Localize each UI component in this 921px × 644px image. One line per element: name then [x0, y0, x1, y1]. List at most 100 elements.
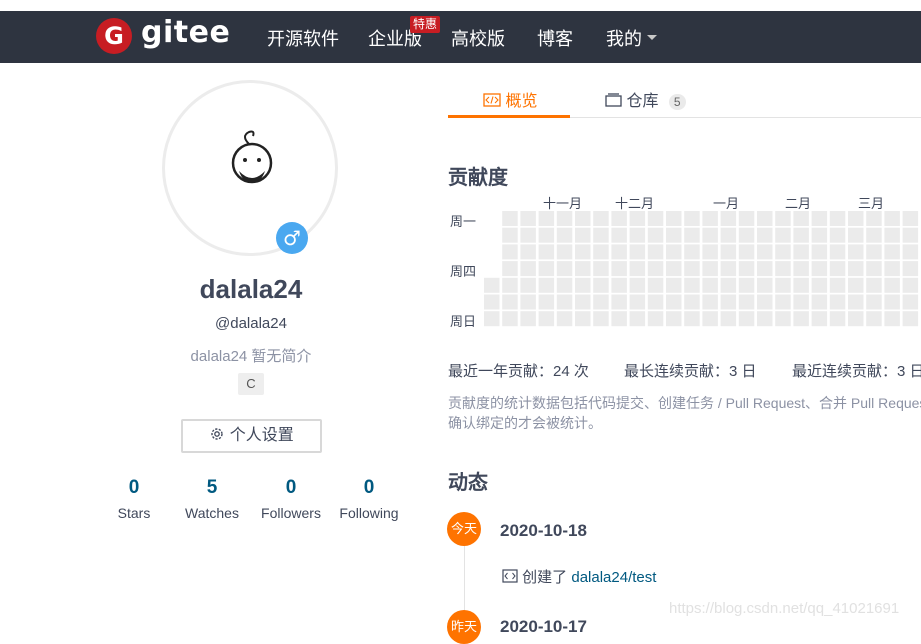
contribution-cell[interactable]: [666, 211, 682, 226]
contribution-cell[interactable]: [866, 211, 882, 226]
contribution-cell[interactable]: [520, 244, 536, 260]
contribution-cell[interactable]: [757, 261, 773, 277]
contribution-cell[interactable]: [484, 294, 500, 310]
contribution-cell[interactable]: [611, 261, 627, 277]
contribution-cell[interactable]: [884, 211, 900, 226]
contribution-cell[interactable]: [629, 244, 646, 260]
contribution-cell[interactable]: [684, 277, 700, 293]
contribution-cell[interactable]: [720, 311, 737, 327]
contribution-cell[interactable]: [575, 277, 591, 293]
contribution-cell[interactable]: [538, 227, 555, 243]
contribution-cell[interactable]: [720, 277, 737, 293]
contribution-cell[interactable]: [611, 294, 627, 310]
repo-link[interactable]: dalala24/test: [571, 569, 656, 586]
contribution-cell[interactable]: [556, 277, 573, 293]
contribution-cell[interactable]: [593, 277, 609, 293]
contribution-cell[interactable]: [647, 311, 664, 327]
contribution-cell[interactable]: [702, 261, 718, 277]
contribution-cell[interactable]: [902, 244, 919, 260]
contribution-cell[interactable]: [647, 294, 664, 310]
contribution-cell[interactable]: [902, 211, 919, 226]
contribution-cell[interactable]: [884, 294, 900, 310]
contribution-cell[interactable]: [611, 211, 627, 226]
contribution-cell[interactable]: [829, 261, 846, 277]
contribution-cell[interactable]: [502, 294, 518, 310]
contribution-cell[interactable]: [775, 311, 791, 327]
contribution-cell[interactable]: [738, 211, 755, 226]
contribution-cell[interactable]: [775, 227, 791, 243]
contribution-cell[interactable]: [629, 227, 646, 243]
contribution-cell[interactable]: [811, 244, 828, 260]
contribution-cell[interactable]: [593, 261, 609, 277]
contribution-cell[interactable]: [520, 227, 536, 243]
contribution-cell[interactable]: [720, 244, 737, 260]
contribution-cell[interactable]: [502, 261, 518, 277]
contribution-cell[interactable]: [575, 261, 591, 277]
contribution-cell[interactable]: [556, 244, 573, 260]
contribution-cell[interactable]: [884, 244, 900, 260]
contribution-cell[interactable]: [647, 244, 664, 260]
contribution-cell[interactable]: [793, 277, 809, 293]
contribution-cell[interactable]: [702, 227, 718, 243]
contribution-cell[interactable]: [793, 227, 809, 243]
contribution-cell[interactable]: [738, 277, 755, 293]
contribution-cell[interactable]: [520, 277, 536, 293]
contribution-cell[interactable]: [666, 227, 682, 243]
contribution-cell[interactable]: [593, 311, 609, 327]
contribution-cell[interactable]: [666, 294, 682, 310]
contribution-cell[interactable]: [611, 244, 627, 260]
contribution-cell[interactable]: [720, 294, 737, 310]
contribution-cell[interactable]: [502, 244, 518, 260]
contribution-cell[interactable]: [502, 227, 518, 243]
contribution-cell[interactable]: [848, 277, 864, 293]
contribution-cell[interactable]: [902, 227, 919, 243]
contribution-cell[interactable]: [502, 311, 518, 327]
contribution-cell[interactable]: [811, 261, 828, 277]
contribution-cell[interactable]: [575, 311, 591, 327]
contribution-cell[interactable]: [793, 294, 809, 310]
contribution-cell[interactable]: [556, 227, 573, 243]
contribution-cell[interactable]: [611, 277, 627, 293]
contribution-cell[interactable]: [575, 211, 591, 226]
contribution-cell[interactable]: [738, 311, 755, 327]
contribution-cell[interactable]: [829, 294, 846, 310]
contribution-cell[interactable]: [884, 311, 900, 327]
contribution-cell[interactable]: [684, 294, 700, 310]
contribution-cell[interactable]: [538, 294, 555, 310]
contribution-cell[interactable]: [829, 227, 846, 243]
contribution-cell[interactable]: [848, 227, 864, 243]
contribution-cell[interactable]: [884, 277, 900, 293]
contribution-cell[interactable]: [902, 261, 919, 277]
contribution-cell[interactable]: [738, 227, 755, 243]
contribution-cell[interactable]: [520, 311, 536, 327]
contribution-cell[interactable]: [757, 277, 773, 293]
contribution-cell[interactable]: [720, 261, 737, 277]
contribution-cell[interactable]: [538, 311, 555, 327]
contribution-cell[interactable]: [902, 311, 919, 327]
contribution-cell[interactable]: [484, 311, 500, 327]
contribution-cell[interactable]: [757, 311, 773, 327]
contribution-cell[interactable]: [666, 244, 682, 260]
contribution-cell[interactable]: [684, 244, 700, 260]
contribution-cell[interactable]: [702, 294, 718, 310]
contribution-cell[interactable]: [647, 277, 664, 293]
contribution-cell[interactable]: [556, 211, 573, 226]
contribution-cell[interactable]: [793, 244, 809, 260]
contribution-cell[interactable]: [666, 261, 682, 277]
contribution-cell[interactable]: [720, 227, 737, 243]
contribution-cell[interactable]: [611, 227, 627, 243]
contribution-cell[interactable]: [848, 294, 864, 310]
contribution-cell[interactable]: [684, 211, 700, 226]
contribution-cell[interactable]: [647, 227, 664, 243]
contribution-cell[interactable]: [829, 277, 846, 293]
contribution-cell[interactable]: [629, 277, 646, 293]
contribution-cell[interactable]: [902, 294, 919, 310]
contribution-cell[interactable]: [720, 211, 737, 226]
contribution-cell[interactable]: [629, 261, 646, 277]
contribution-cell[interactable]: [738, 244, 755, 260]
contribution-cell[interactable]: [538, 261, 555, 277]
contribution-cell[interactable]: [793, 311, 809, 327]
contribution-cell[interactable]: [702, 277, 718, 293]
contribution-cell[interactable]: [593, 211, 609, 226]
contribution-cell[interactable]: [848, 211, 864, 226]
